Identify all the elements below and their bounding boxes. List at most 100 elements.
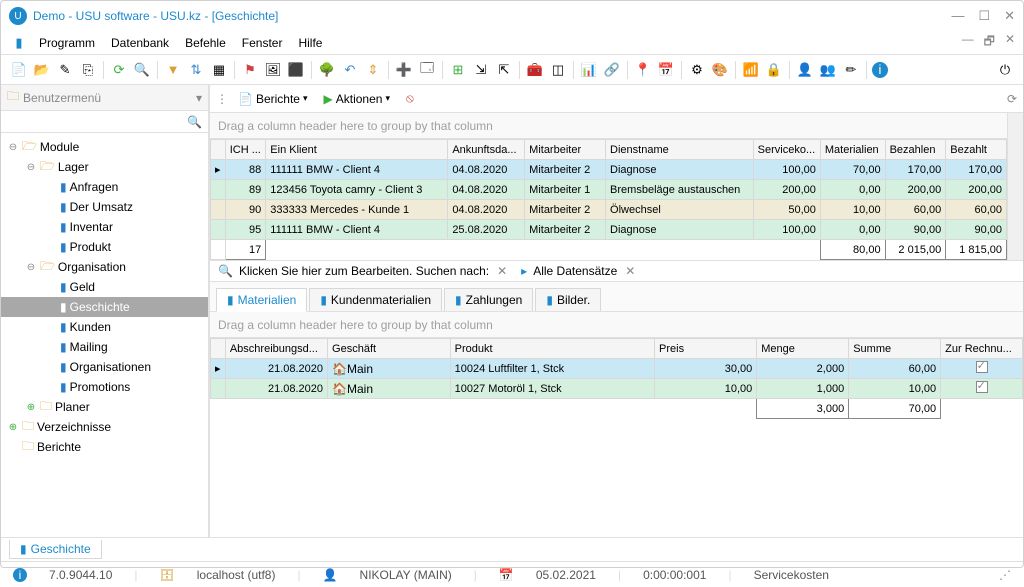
tree-icon[interactable]: 🌳	[317, 60, 337, 80]
col-sum[interactable]: Summe	[849, 339, 941, 359]
calendar-icon[interactable]: 📅	[656, 60, 676, 80]
copy-icon[interactable]: ⎘	[78, 60, 98, 80]
info-status-icon[interactable]: i	[13, 568, 27, 582]
chevron-down-icon[interactable]: ▾	[196, 91, 202, 105]
mdi-restore-button[interactable]: 🗗	[984, 32, 995, 53]
col-pay[interactable]: Bezahlen	[885, 140, 946, 160]
group-panel[interactable]: Drag a column header here to group by th…	[210, 113, 1007, 139]
table-row[interactable]: 21.08.2020🏠Main10027 Motoröl 1, Stck10,0…	[211, 379, 1023, 399]
col-client[interactable]: Ein Klient	[266, 140, 448, 160]
berichte-button[interactable]: 📄Berichte▾	[232, 90, 314, 108]
excel-icon[interactable]: ⊞	[448, 60, 468, 80]
app-menu-icon[interactable]: ▮	[9, 33, 29, 53]
lock-icon[interactable]: 🔒	[764, 60, 784, 80]
history-grid[interactable]: ICH ... Ein Klient Ankunftsda... Mitarbe…	[210, 139, 1007, 260]
tree-promotions[interactable]: ▮Promotions	[1, 377, 208, 397]
chart-icon[interactable]: 📊	[579, 60, 599, 80]
col-absch[interactable]: Abschreibungsd...	[225, 339, 327, 359]
widgets-icon[interactable]: ◫	[548, 60, 568, 80]
mdi-close-button[interactable]: ✕	[1005, 32, 1015, 53]
tree-inventar[interactable]: ▮Inventar	[1, 217, 208, 237]
add-icon[interactable]: ➕	[394, 60, 414, 80]
table-row[interactable]: 90333333 Mercedes - Kunde 104.08.2020Mit…	[211, 200, 1007, 220]
checkbox-icon[interactable]	[976, 361, 988, 373]
highlight-icon[interactable]: ⬛	[286, 60, 306, 80]
menu-befehle[interactable]: Befehle	[179, 34, 232, 52]
tree-umsatz[interactable]: ▮Der Umsatz	[1, 197, 208, 217]
wand-icon[interactable]: ✏	[841, 60, 861, 80]
export-icon[interactable]: ⇱	[494, 60, 514, 80]
col-mat[interactable]: Materialien	[820, 140, 885, 160]
rss-icon[interactable]: 📶	[741, 60, 761, 80]
import-icon[interactable]: ⇲	[471, 60, 491, 80]
table-row[interactable]: 95111111 BMW - Client 425.08.2020Mitarbe…	[211, 220, 1007, 240]
aktionen-button[interactable]: ▶Aktionen▾	[318, 90, 396, 108]
flag-icon[interactable]: ⚑	[240, 60, 260, 80]
col-prod[interactable]: Produkt	[450, 339, 654, 359]
menu-programm[interactable]: Programm	[33, 34, 101, 52]
col-sk[interactable]: Serviceko...	[753, 140, 820, 160]
tree-geld[interactable]: ▮Geld	[1, 277, 208, 297]
tab-zahlungen[interactable]: ▮Zahlungen	[444, 288, 533, 311]
table-row[interactable]: ▸88111111 BMW - Client 404.08.2020Mitarb…	[211, 160, 1007, 180]
tree-organisationen[interactable]: ▮Organisationen	[1, 357, 208, 377]
search-scope-label[interactable]: Alle Datensätze	[533, 264, 617, 278]
clear-scope-icon[interactable]: ✕	[625, 264, 635, 278]
info-icon[interactable]: i	[872, 62, 888, 78]
menu-hilfe[interactable]: Hilfe	[292, 34, 328, 52]
bottom-tab-geschichte[interactable]: ▮Geschichte	[9, 540, 102, 559]
palette-icon[interactable]: 🎨	[710, 60, 730, 80]
tree-berichte[interactable]: 🗀Berichte	[1, 437, 208, 457]
tree-anfragen[interactable]: ▮Anfragen	[1, 177, 208, 197]
col-svc[interactable]: Dienstname	[606, 140, 754, 160]
users-icon[interactable]: 👥	[818, 60, 838, 80]
stop-button[interactable]: ⦸	[400, 89, 420, 108]
tree-organisation[interactable]: ⊖🗁Organisation	[1, 257, 208, 277]
col-id[interactable]: ICH ...	[225, 140, 266, 160]
vertical-scrollbar[interactable]	[1007, 113, 1023, 260]
checkbox-icon[interactable]	[976, 381, 988, 393]
group-icon[interactable]: ▦	[209, 60, 229, 80]
new-icon[interactable]: 📄	[9, 60, 29, 80]
col-date[interactable]: Ankunftsda...	[448, 140, 525, 160]
table-row[interactable]: 89123456 Toyota camry - Client 304.08.20…	[211, 180, 1007, 200]
tab-materialien[interactable]: ▮Materialien	[216, 288, 307, 312]
menu-fenster[interactable]: Fenster	[236, 34, 289, 52]
col-paid[interactable]: Bezahlt	[946, 140, 1007, 160]
table-row[interactable]: ▸21.08.2020🏠Main10024 Luftfilter 1, Stck…	[211, 359, 1023, 379]
user-icon[interactable]: 👤	[795, 60, 815, 80]
sort-icon[interactable]: ⇅	[186, 60, 206, 80]
tree-geschichte[interactable]: ▮Geschichte	[1, 297, 208, 317]
tree-produkt[interactable]: ▮Produkt	[1, 237, 208, 257]
tree-verzeichnisse[interactable]: ⊕🗀Verzeichnisse	[1, 417, 208, 437]
menu-datenbank[interactable]: Datenbank	[105, 34, 175, 52]
undo-icon[interactable]: ↶	[340, 60, 360, 80]
col-inv[interactable]: Zur Rechnu...	[941, 339, 1023, 359]
filter-icon[interactable]: ▼	[163, 60, 183, 80]
pin-icon[interactable]: 📍	[633, 60, 653, 80]
col-price[interactable]: Preis	[655, 339, 757, 359]
toolbox-icon[interactable]: 🧰	[525, 60, 545, 80]
resize-grip-icon[interactable]: ⋰	[999, 568, 1011, 582]
search-edit-label[interactable]: Klicken Sie hier zum Bearbeiten. Suchen …	[239, 264, 489, 278]
gear-icon[interactable]: ⚙	[687, 60, 707, 80]
sidebar-search-icon[interactable]: 🔍	[187, 115, 202, 129]
tree-lager[interactable]: ⊖🗁Lager	[1, 157, 208, 177]
window-icon[interactable]: 🗔	[417, 60, 437, 80]
arrows-icon[interactable]: ⇕	[363, 60, 383, 80]
link-icon[interactable]: 🔗	[602, 60, 622, 80]
power-icon[interactable]: ⏻	[995, 60, 1015, 80]
tree-mailing[interactable]: ▮Mailing	[1, 337, 208, 357]
refresh-grid-icon[interactable]: ⟳	[1007, 92, 1017, 106]
tree-module[interactable]: ⊖🗁Module	[1, 137, 208, 157]
tree-kunden[interactable]: ▮Kunden	[1, 317, 208, 337]
close-button[interactable]: ✕	[1004, 8, 1015, 24]
col-shop[interactable]: Geschäft	[328, 339, 451, 359]
tree-planer[interactable]: ⊕🗀Planer	[1, 397, 208, 417]
edit-icon[interactable]: ✎	[55, 60, 75, 80]
minimize-button[interactable]: —	[951, 8, 964, 24]
mdi-minimize-button[interactable]: —	[962, 32, 974, 53]
tab-bilder[interactable]: ▮Bilder.	[535, 288, 601, 311]
tab-kundenmaterialien[interactable]: ▮Kundenmaterialien	[309, 288, 442, 311]
image-icon[interactable]: 🖼	[263, 60, 283, 80]
